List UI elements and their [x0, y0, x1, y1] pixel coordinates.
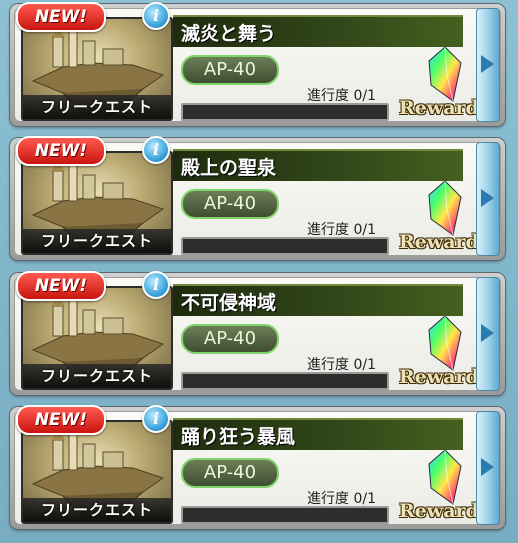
new-badge: NEW! [16, 271, 106, 301]
progress-bar [181, 103, 389, 121]
chevron-right-icon [481, 458, 494, 476]
quest-thumbnail: フリークエスト [21, 420, 173, 524]
open-quest-button[interactable] [476, 277, 500, 391]
progress-label: 進行度 0/1 [307, 491, 376, 507]
reward-label: Reward [399, 97, 479, 119]
free-quest-label: フリークエスト [23, 95, 171, 119]
quest-thumbnail: フリークエスト [21, 286, 173, 390]
quest-card[interactable]: フリークエスト 殿上の聖泉 AP-40 進行度 0/1 Reward NEW! … [10, 136, 505, 260]
progress-bar [181, 237, 389, 255]
reward-label: Reward [399, 500, 479, 522]
progress-label: 進行度 0/1 [307, 222, 376, 238]
quest-title: 不可侵神域 [181, 292, 277, 314]
info-icon[interactable]: i [142, 136, 170, 164]
new-badge: NEW! [16, 405, 106, 435]
quest-title-bar: 殿上の聖泉 [173, 149, 463, 181]
rainbow-crystal-icon [428, 46, 462, 102]
new-badge: NEW! [16, 136, 106, 166]
free-quest-label: フリークエスト [23, 498, 171, 522]
quest-title-bar: 滅炎と舞う [173, 15, 463, 47]
open-quest-button[interactable] [476, 411, 500, 525]
progress-label: 進行度 0/1 [307, 88, 376, 104]
rainbow-crystal-icon [428, 315, 462, 371]
rainbow-crystal-icon [428, 449, 462, 505]
progress-bar [181, 506, 389, 524]
ap-cost: AP-40 [181, 189, 279, 219]
reward-label: Reward [399, 366, 479, 388]
quest-card[interactable]: フリークエスト 滅炎と舞う AP-40 進行度 0/1 Reward NEW! … [10, 2, 505, 126]
open-quest-button[interactable] [476, 142, 500, 256]
new-badge: NEW! [16, 2, 106, 32]
info-icon[interactable]: i [142, 405, 170, 433]
ap-cost: AP-40 [181, 458, 279, 488]
quest-title: 踊り狂う暴風 [181, 426, 296, 448]
progress-label: 進行度 0/1 [307, 357, 376, 373]
quest-title-bar: 不可侵神域 [173, 284, 463, 316]
chevron-right-icon [481, 55, 494, 73]
info-icon[interactable]: i [142, 271, 170, 299]
free-quest-label: フリークエスト [23, 364, 171, 388]
info-icon[interactable]: i [142, 2, 170, 30]
quest-title: 滅炎と舞う [181, 23, 277, 45]
quest-list: フリークエスト 滅炎と舞う AP-40 進行度 0/1 Reward NEW! … [0, 0, 518, 543]
quest-card[interactable]: フリークエスト 不可侵神域 AP-40 進行度 0/1 Reward NEW! … [10, 271, 505, 395]
rainbow-crystal-icon [428, 180, 462, 236]
chevron-right-icon [481, 324, 494, 342]
quest-card[interactable]: フリークエスト 踊り狂う暴風 AP-40 進行度 0/1 Reward NEW!… [10, 405, 505, 529]
ap-cost: AP-40 [181, 55, 279, 85]
progress-bar [181, 372, 389, 390]
quest-thumbnail: フリークエスト [21, 151, 173, 255]
quest-title-bar: 踊り狂う暴風 [173, 418, 463, 450]
quest-thumbnail: フリークエスト [21, 17, 173, 121]
quest-title: 殿上の聖泉 [181, 157, 277, 179]
chevron-right-icon [481, 189, 494, 207]
open-quest-button[interactable] [476, 8, 500, 122]
ap-cost: AP-40 [181, 324, 279, 354]
reward-label: Reward [399, 231, 479, 253]
free-quest-label: フリークエスト [23, 229, 171, 253]
